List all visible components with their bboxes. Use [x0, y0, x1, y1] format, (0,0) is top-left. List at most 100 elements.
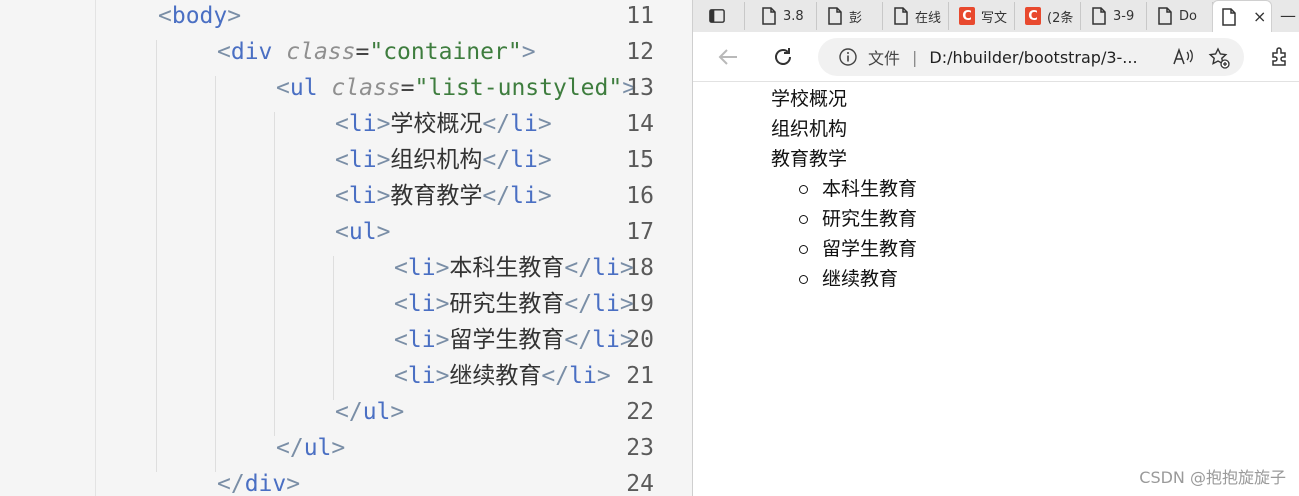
csdn-icon: C [1025, 7, 1041, 25]
line-number: 14 [626, 111, 654, 137]
line-number: 18 [626, 255, 654, 281]
code-line[interactable]: <li>学校概况</li> [335, 106, 552, 142]
indent-guide [156, 40, 157, 472]
code-token: </ [482, 147, 511, 173]
code-line[interactable]: <li>组织机构</li> [335, 142, 552, 178]
tab[interactable]: 3.8 [753, 2, 817, 30]
tab[interactable]: C (2条 [1017, 2, 1081, 30]
code-token: < [335, 111, 349, 137]
tab[interactable]: Do [1149, 2, 1213, 30]
watermark: CSDN @抱抱旋旋子 [1139, 468, 1286, 487]
nested-list-item-label: 本科生教育 [822, 178, 918, 200]
code-line[interactable]: <li>本科生教育</li> [394, 250, 634, 286]
code-token: </ [564, 255, 593, 281]
code-line[interactable]: </div> [217, 466, 300, 496]
tab[interactable]: 在线 [885, 2, 949, 30]
reload-icon [775, 48, 791, 65]
read-aloud-icon[interactable] [1172, 47, 1194, 71]
page-icon [893, 7, 909, 25]
code-token: < [394, 255, 408, 281]
circle-bullet-icon [799, 244, 808, 254]
code-line[interactable]: <div class="container"> [217, 34, 536, 70]
code-token: > [537, 183, 552, 209]
tab-title: 3.8 [783, 8, 804, 24]
code-line[interactable]: <ul> [335, 214, 390, 250]
line-number: 13 [626, 75, 654, 101]
code-token: < [217, 39, 231, 65]
line-number: 22 [626, 399, 654, 425]
csdn-badge: C [959, 7, 975, 25]
indent-guide [274, 112, 275, 436]
extensions-button[interactable] [1265, 42, 1295, 72]
tab-actions-button[interactable] [701, 2, 745, 30]
code-token: 研究生教育 [449, 291, 565, 317]
code-line[interactable]: <li>继续教育</li> [394, 358, 611, 394]
line-number: 21 [626, 363, 654, 389]
code-line[interactable]: </ul> [276, 430, 345, 466]
code-token: li [592, 291, 620, 317]
circle-bullet-icon [799, 274, 808, 284]
close-tab-button[interactable]: × [1253, 7, 1266, 26]
code-editor[interactable]: <body> <div class="container"> <ul class="… [0, 0, 692, 496]
code-line[interactable]: <ul class="list-unstyled"> [276, 70, 636, 106]
line-number: 23 [626, 435, 654, 461]
back-button[interactable] [713, 42, 743, 72]
code-token: < [394, 327, 408, 353]
nested-list-item: 留学生教育 [799, 234, 917, 264]
line-number: 20 [626, 327, 654, 353]
tab[interactable]: C 写文 [951, 2, 1015, 30]
code-token: body [171, 3, 228, 29]
code-token: li [510, 183, 538, 209]
code-token: ul [362, 399, 391, 425]
tab[interactable]: 彭 [819, 2, 883, 30]
code-line[interactable]: </ul> [335, 394, 404, 430]
info-icon[interactable] [838, 47, 858, 67]
tab[interactable]: 3-9 [1083, 2, 1147, 30]
circle-bullet-icon [799, 184, 808, 194]
code-token: li [407, 291, 436, 317]
code-token: 本科生教育 [449, 255, 565, 281]
line-number: 16 [626, 183, 654, 209]
code-token: > [376, 183, 391, 209]
tab-title: 在线 [915, 10, 942, 26]
line-number: 17 [626, 219, 654, 245]
code-token: > [331, 435, 346, 461]
add-favorite-icon[interactable] [1208, 47, 1230, 73]
nested-list-item-label: 研究生教育 [822, 208, 918, 230]
csdn-icon: C [959, 7, 975, 25]
minimize-button[interactable]: — [1280, 6, 1296, 25]
nested-list-item: 继续教育 [799, 264, 898, 294]
code-token: </ [564, 327, 593, 353]
reload-button[interactable] [768, 42, 798, 72]
code-line[interactable]: <body> [158, 0, 241, 34]
code-token: div [230, 39, 287, 65]
code-token: ul [289, 75, 332, 101]
tab-actions-icon [709, 7, 725, 25]
code-token: > [435, 363, 450, 389]
tab-title: 写文 [981, 10, 1008, 26]
code-token: > [435, 291, 450, 317]
code-token: li [510, 147, 538, 173]
line-number-gutter [0, 0, 96, 496]
page-icon [761, 7, 777, 25]
code-token: < [335, 147, 349, 173]
puzzle-icon [1272, 47, 1286, 66]
code-token: 学校概况 [390, 111, 483, 137]
tab-title: 彭 [849, 10, 863, 26]
code-line[interactable]: <li>研究生教育</li> [394, 286, 634, 322]
code-token: ul [348, 219, 377, 245]
page-icon [1091, 7, 1107, 25]
code-token: > [596, 363, 611, 389]
code-token: li [407, 363, 436, 389]
code-line[interactable]: <li>教育教学</li> [335, 178, 552, 214]
line-number: 15 [626, 147, 654, 173]
code-line[interactable]: <li>留学生教育</li> [394, 322, 634, 358]
code-token: </ [335, 399, 363, 425]
code-token: > [537, 147, 552, 173]
code-token: li [348, 111, 377, 137]
line-number: 24 [626, 471, 654, 496]
address-bar[interactable]: 文件 | D:/hbuilder/bootstrap/3-... [818, 38, 1244, 76]
address-url[interactable]: D:/hbuilder/bootstrap/3-... [929, 48, 1137, 67]
tab-active[interactable]: × [1212, 0, 1272, 32]
browser-toolbar: 文件 | D:/hbuilder/bootstrap/3-... [693, 32, 1299, 82]
